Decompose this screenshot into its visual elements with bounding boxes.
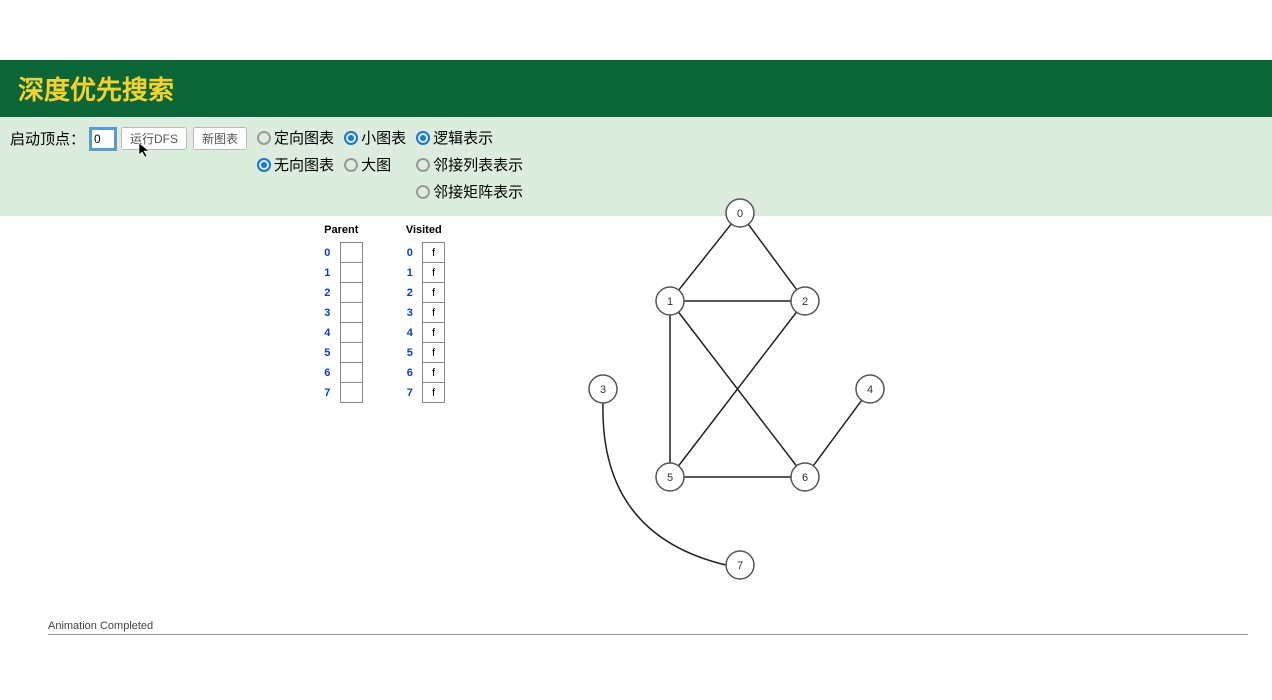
row-value: f: [423, 243, 445, 263]
table-row: 3: [320, 303, 362, 323]
parent-table-title: Parent: [320, 224, 363, 242]
visited-table: 0f1f2f3f4f5f6f7f: [403, 242, 446, 403]
row-index: 0: [320, 243, 340, 263]
graph-edge: [748, 224, 796, 289]
radio-logical[interactable]: [416, 131, 430, 145]
row-value: [340, 343, 362, 363]
parent-table-wrap: Parent 01234567: [320, 224, 363, 403]
graph-node-label: 3: [600, 384, 606, 396]
row-index: 2: [403, 283, 423, 303]
table-row: 5f: [403, 343, 445, 363]
radio-undirected[interactable]: [257, 158, 271, 172]
radio-large[interactable]: [344, 158, 358, 172]
graph-edge: [679, 224, 732, 290]
table-row: 3f: [403, 303, 445, 323]
new-graph-button[interactable]: 新图表: [193, 127, 247, 150]
row-value: f: [423, 263, 445, 283]
table-row: 2f: [403, 283, 445, 303]
row-index: 4: [320, 323, 340, 343]
row-value: f: [423, 383, 445, 403]
row-value: [340, 323, 362, 343]
row-index: 1: [403, 263, 423, 283]
table-row: 0f: [403, 243, 445, 263]
radio-directed[interactable]: [257, 131, 271, 145]
radio-adjmatrix-label: 邻接矩阵表示: [433, 181, 523, 202]
table-row: 7: [320, 383, 362, 403]
graph-node-label: 5: [667, 472, 673, 484]
repr-radio-group: 逻辑表示 邻接列表表示 邻接矩阵表示: [416, 127, 523, 202]
page-title: 深度优先搜索: [0, 60, 1272, 117]
row-index: 0: [403, 243, 423, 263]
radio-small[interactable]: [344, 131, 358, 145]
table-row: 4: [320, 323, 362, 343]
graph-edge: [813, 400, 861, 465]
table-row: 6f: [403, 363, 445, 383]
radio-small-label: 小图表: [361, 127, 406, 148]
table-row: 2: [320, 283, 362, 303]
row-index: 4: [403, 323, 423, 343]
row-value: [340, 283, 362, 303]
radio-large-label: 大图: [361, 154, 391, 175]
row-index: 1: [320, 263, 340, 283]
row-value: f: [423, 303, 445, 323]
row-index: 6: [320, 363, 340, 383]
visited-table-wrap: Visited 0f1f2f3f4f5f6f7f: [403, 224, 446, 403]
graph-node-label: 2: [802, 296, 808, 308]
row-index: 7: [320, 383, 340, 403]
parent-table: 01234567: [320, 242, 363, 403]
radio-undirected-label: 无向图表: [274, 154, 334, 175]
row-value: [340, 363, 362, 383]
run-dfs-button[interactable]: 运行DFS: [121, 127, 187, 150]
radio-adjlist[interactable]: [416, 158, 430, 172]
table-row: 0: [320, 243, 362, 263]
radio-logical-label: 逻辑表示: [433, 127, 493, 148]
row-value: [340, 263, 362, 283]
row-index: 7: [403, 383, 423, 403]
visited-table-title: Visited: [403, 224, 446, 242]
row-index: 2: [320, 283, 340, 303]
graph-node-label: 0: [737, 208, 743, 220]
table-row: 6: [320, 363, 362, 383]
row-index: 6: [403, 363, 423, 383]
table-row: 1f: [403, 263, 445, 283]
graph-node-label: 6: [802, 472, 808, 484]
graph-node-label: 1: [667, 296, 673, 308]
start-vertex-label: 启动顶点：: [10, 128, 85, 149]
row-value: f: [423, 283, 445, 303]
status-bar: Animation Completed: [48, 620, 1248, 635]
direction-radio-group: 定向图表 无向图表: [257, 127, 334, 175]
radio-adjlist-label: 邻接列表表示: [433, 154, 523, 175]
row-value: f: [423, 323, 445, 343]
row-index: 5: [320, 343, 340, 363]
table-row: 5: [320, 343, 362, 363]
size-radio-group: 小图表 大图: [344, 127, 406, 175]
row-value: [340, 303, 362, 323]
radio-adjmatrix[interactable]: [416, 185, 430, 199]
row-value: f: [423, 363, 445, 383]
row-index: 3: [320, 303, 340, 323]
graph-canvas: 0 1 2 3 4 5 6 7: [540, 195, 940, 595]
row-value: f: [423, 343, 445, 363]
graph-node-label: 4: [867, 384, 873, 396]
table-row: 7f: [403, 383, 445, 403]
row-value: [340, 383, 362, 403]
graph-node-label: 7: [737, 560, 743, 572]
table-row: 1: [320, 263, 362, 283]
row-index: 5: [403, 343, 423, 363]
row-value: [340, 243, 362, 263]
start-vertex-input[interactable]: [91, 129, 115, 149]
table-row: 4f: [403, 323, 445, 343]
radio-directed-label: 定向图表: [274, 127, 334, 148]
row-index: 3: [403, 303, 423, 323]
